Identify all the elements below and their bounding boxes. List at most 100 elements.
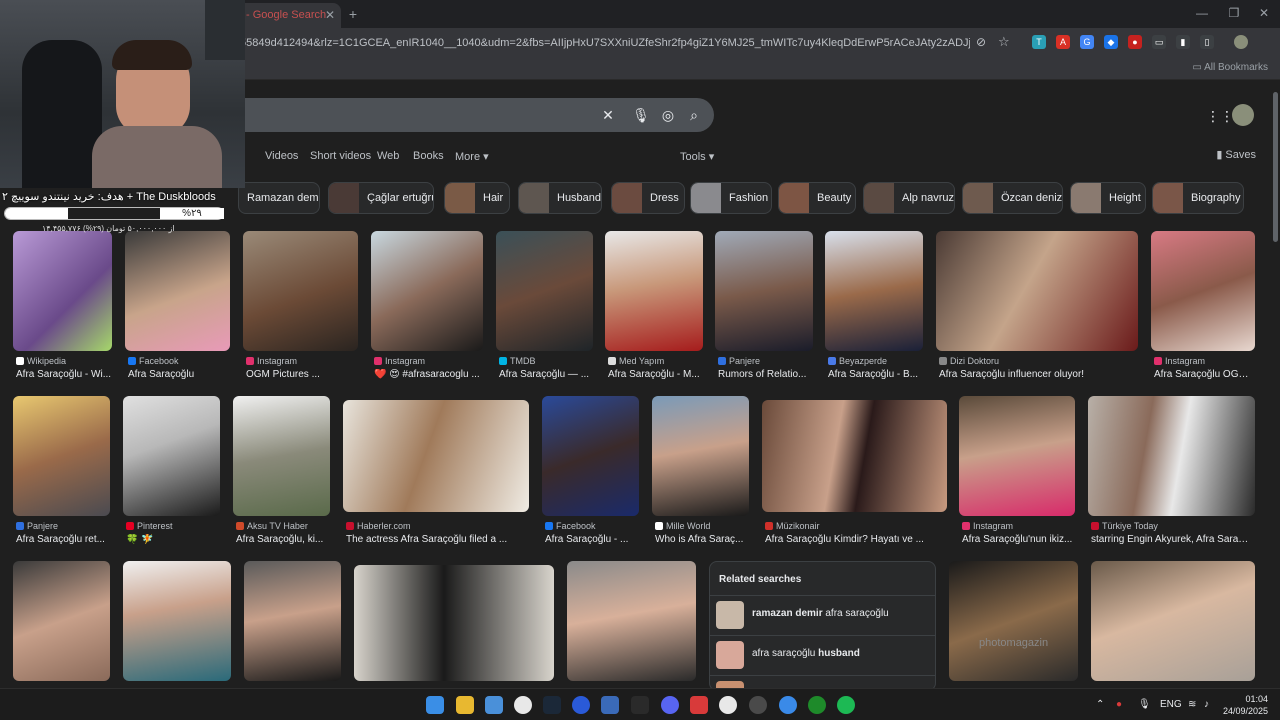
image-caption[interactable]: Afra Saraçoğlu ret...: [16, 534, 110, 545]
search-input[interactable]: ✕ 🎙 ◎ ⌕: [180, 98, 714, 132]
tray-app-icon[interactable]: ●: [1116, 699, 1122, 710]
url-input[interactable]: 55849d412494&rlz=1C1GCEA_enIR1040__1040&…: [240, 34, 970, 54]
image-caption[interactable]: Afra Saraçoğlu - M...: [608, 369, 702, 380]
chip-hair[interactable]: Hair: [444, 182, 510, 214]
image-caption[interactable]: 🍀 🧚: [126, 534, 220, 545]
extension-icon[interactable]: T: [1032, 35, 1046, 49]
system-clock[interactable]: 01:04 24/09/2025: [1223, 693, 1268, 717]
maximize-icon[interactable]: ❐: [1224, 6, 1244, 20]
chip-husband[interactable]: Husband: [518, 182, 602, 214]
image-caption[interactable]: Afra Saraçoğlu'nun ikiz...: [962, 534, 1074, 545]
result-image[interactable]: [605, 231, 703, 351]
result-image[interactable]: [233, 396, 330, 516]
scrollbar-thumb[interactable]: [1273, 92, 1278, 242]
photos-icon[interactable]: [485, 696, 503, 714]
result-image[interactable]: [936, 231, 1138, 351]
app-icon[interactable]: [749, 696, 767, 714]
result-image[interactable]: [244, 561, 341, 681]
result-image[interactable]: [243, 231, 358, 351]
result-image[interactable]: [343, 400, 529, 512]
microphone-tray-icon[interactable]: 🎙: [1138, 699, 1151, 710]
chip-ozcan-deniz[interactable]: Özcan deniz: [962, 182, 1063, 214]
tab-videos[interactable]: Videos: [265, 150, 298, 162]
all-bookmarks-button[interactable]: ▭ All Bookmarks: [1192, 62, 1268, 73]
wifi-icon[interactable]: ≋: [1188, 699, 1196, 710]
image-caption[interactable]: Afra Saraçoğlu - ...: [545, 534, 639, 545]
image-caption[interactable]: OGM Pictures ...: [246, 369, 356, 380]
tab-books[interactable]: Books: [413, 150, 444, 162]
image-caption[interactable]: Afra Saraçoğlu — ...: [499, 369, 593, 380]
tab-short-videos[interactable]: Short videos: [310, 150, 371, 162]
account-avatar[interactable]: [1232, 104, 1254, 126]
result-image[interactable]: [652, 396, 749, 516]
extension-icon[interactable]: ●: [1128, 35, 1142, 49]
result-image[interactable]: [125, 231, 230, 351]
image-caption[interactable]: Afra Saraçoğlu OGM...: [1154, 369, 1254, 380]
new-tab-icon[interactable]: +: [344, 6, 362, 22]
apps-grid-icon[interactable]: ⋮⋮: [1206, 108, 1234, 124]
browser-tab-active[interactable]: - Google Search ✕: [236, 3, 341, 28]
tray-chevron-icon[interactable]: ⌃: [1096, 699, 1104, 710]
clear-icon[interactable]: ✕: [599, 106, 617, 124]
result-image[interactable]: [1091, 561, 1255, 681]
volume-icon[interactable]: ♪: [1204, 699, 1209, 710]
chrome-icon[interactable]: [514, 696, 532, 714]
image-caption[interactable]: Who is Afra Saraç...: [655, 534, 749, 545]
result-image[interactable]: [1088, 396, 1255, 516]
app-icon[interactable]: [779, 696, 797, 714]
result-image[interactable]: [1151, 231, 1255, 351]
image-caption[interactable]: Afra Saraçoğlu: [128, 369, 228, 380]
eye-off-icon[interactable]: ⊘: [976, 35, 986, 49]
result-image[interactable]: [123, 396, 220, 516]
translate-icon[interactable]: G: [1080, 35, 1094, 49]
extension-icon[interactable]: ▭: [1152, 35, 1166, 49]
profile-avatar[interactable]: [1234, 35, 1248, 49]
tools-button[interactable]: Tools ▾: [680, 150, 714, 163]
app-icon[interactable]: [572, 696, 590, 714]
puzzle-icon[interactable]: ▮: [1176, 35, 1190, 49]
related-search-item[interactable]: afra saraçoğlu husband: [710, 635, 935, 673]
result-image[interactable]: [762, 400, 947, 512]
file-explorer-icon[interactable]: [456, 696, 474, 714]
sidebar-icon[interactable]: ▯: [1200, 35, 1214, 49]
result-image[interactable]: [123, 561, 231, 681]
chip-biography[interactable]: Biography: [1152, 182, 1244, 214]
chip-caglar-ertugrul[interactable]: Çağlar ertuğrul: [328, 182, 434, 214]
result-image[interactable]: [715, 231, 813, 351]
epic-games-icon[interactable]: [631, 696, 649, 714]
image-caption[interactable]: starring Engin Akyurek, Afra Saraco...: [1091, 534, 1253, 545]
spotify-icon[interactable]: [837, 696, 855, 714]
lens-icon[interactable]: ◎: [659, 106, 677, 124]
xbox-icon[interactable]: [808, 696, 826, 714]
result-image[interactable]: [13, 561, 110, 681]
result-image[interactable]: [959, 396, 1075, 516]
discord-icon[interactable]: [661, 696, 679, 714]
bookmark-star-icon[interactable]: ☆: [998, 34, 1010, 50]
image-caption[interactable]: ❤️ 😍 #afrasaracoglu ...: [374, 369, 482, 380]
image-caption[interactable]: Afra Saraçoğlu - Wi...: [16, 369, 112, 380]
chip-fashion[interactable]: Fashion: [690, 182, 772, 214]
page-scrollbar[interactable]: [1270, 80, 1280, 688]
chip-ramazan-demir[interactable]: Ramazan demir: [238, 182, 320, 214]
result-image[interactable]: [13, 396, 110, 516]
adblock-icon[interactable]: A: [1056, 35, 1070, 49]
chip-dress[interactable]: Dress: [611, 182, 685, 214]
result-image[interactable]: [542, 396, 639, 516]
tab-web[interactable]: Web: [377, 150, 399, 162]
image-caption[interactable]: Afra Saraçoğlu influencer oluyor!: [939, 369, 1135, 380]
result-image[interactable]: [825, 231, 923, 351]
image-caption[interactable]: Afra Saraçoğlu, ki...: [236, 534, 330, 545]
image-caption[interactable]: The actress Afra Saraçoğlu filed a ...: [346, 534, 526, 545]
start-icon[interactable]: [426, 696, 444, 714]
result-image[interactable]: [371, 231, 483, 351]
close-window-icon[interactable]: ✕: [1254, 6, 1274, 20]
chip-alp-navruz[interactable]: Alp navruz: [863, 182, 955, 214]
language-indicator[interactable]: ENG: [1160, 699, 1182, 710]
microphone-icon[interactable]: 🎙: [632, 106, 650, 124]
image-caption[interactable]: Rumors of Relatio...: [718, 369, 812, 380]
steam-icon[interactable]: [543, 696, 561, 714]
related-search-item[interactable]: [710, 675, 935, 688]
minimize-icon[interactable]: —: [1192, 6, 1212, 20]
close-tab-icon[interactable]: ✕: [325, 8, 335, 22]
saves-button[interactable]: ▮ Saves: [1216, 148, 1256, 161]
